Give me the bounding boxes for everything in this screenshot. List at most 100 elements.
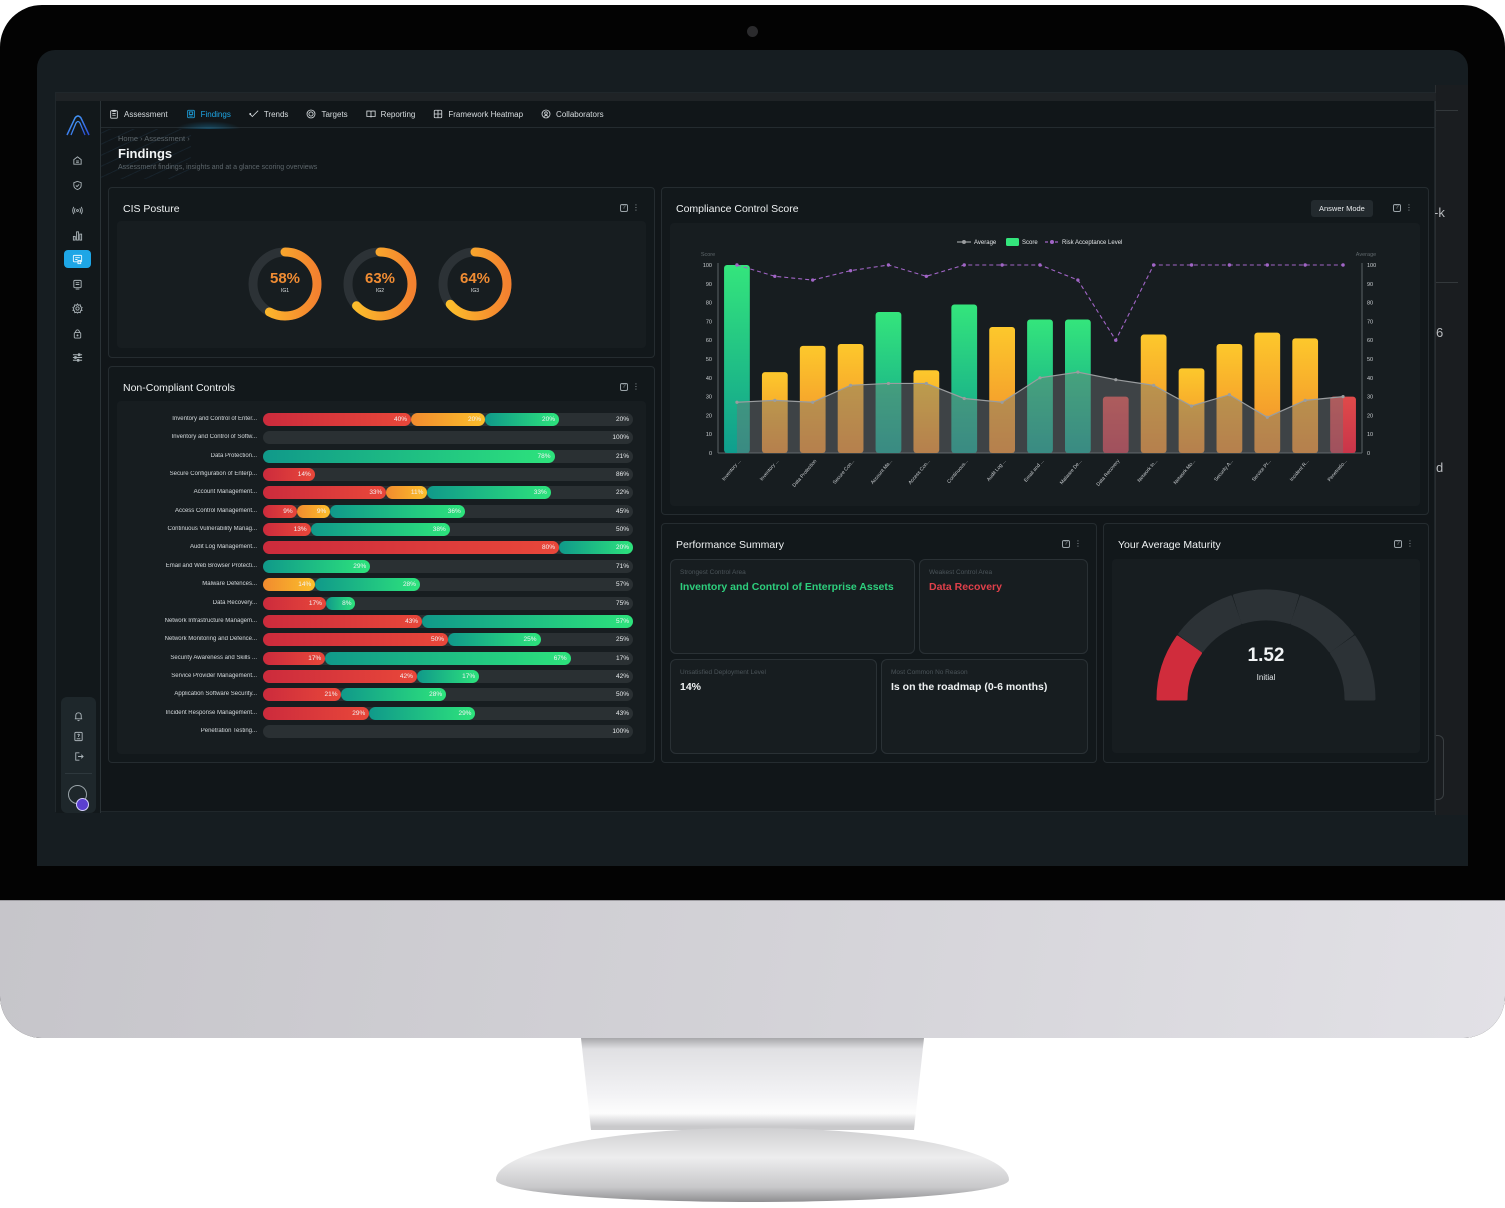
segment-orange[interactable]: 11% <box>386 486 428 500</box>
segment-red[interactable]: 42% <box>263 669 417 683</box>
segment-remaining[interactable]: 21% <box>555 450 633 463</box>
control-row[interactable]: Access Control Management... 9% 9% 36% 45% <box>117 504 637 519</box>
tab-collaborators[interactable]: Collaborators <box>541 101 604 128</box>
segment-green[interactable]: 67% <box>325 651 571 665</box>
segment-green[interactable]: 29% <box>263 559 371 573</box>
more-options-icon[interactable]: ⋮ <box>1406 540 1414 548</box>
control-row[interactable]: Malware Defences... 14% 28% 57% <box>117 578 637 592</box>
help-icon[interactable]: ? <box>1062 540 1070 548</box>
control-row[interactable]: Application Software Security... 21% 28% 50… <box>117 688 637 702</box>
segment-remaining[interactable]: 50% <box>450 523 633 536</box>
segment-green[interactable]: 28% <box>315 578 420 592</box>
sidebar-item-analytics[interactable] <box>64 226 91 244</box>
segment-green[interactable]: 17% <box>416 669 480 683</box>
org-badge-icon[interactable] <box>76 798 89 811</box>
segment-green[interactable]: 25% <box>448 633 541 647</box>
segment-orange[interactable]: 9% <box>296 504 331 518</box>
segment-red[interactable]: 80% <box>263 541 559 555</box>
segment-remaining[interactable]: 50% <box>446 688 633 701</box>
tab-assessment[interactable]: Assessment <box>109 101 168 128</box>
help-icon[interactable]: ? <box>1394 540 1402 548</box>
control-row[interactable]: Data Recovery... 17% 8% 75% <box>117 596 637 611</box>
sidebar-item-reports[interactable] <box>64 275 91 293</box>
sidebar-item-home[interactable] <box>64 151 91 169</box>
more-options-icon[interactable]: ⋮ <box>632 204 640 212</box>
breadcrumb[interactable]: Home › Assessment › <box>118 134 190 143</box>
segment-red[interactable]: 33% <box>263 486 387 500</box>
control-row[interactable]: Incident Response Management... 29% 29% 43% <box>117 706 637 721</box>
control-row[interactable]: Continuous Vulnerability Manag... 13% 38% 5… <box>117 523 637 537</box>
segment-green[interactable]: 20% <box>559 541 633 555</box>
help-icon[interactable]: ? <box>1393 204 1401 212</box>
segment-green[interactable]: 78% <box>263 449 555 463</box>
segment-red[interactable]: 9% <box>263 504 297 518</box>
segment-remaining[interactable]: 20% <box>559 413 633 426</box>
card-title: Your Average Maturity <box>1118 539 1221 551</box>
segment-red[interactable]: 43% <box>263 614 423 628</box>
segment-red[interactable]: 50% <box>263 633 448 647</box>
segment-remaining[interactable]: 86% <box>315 468 633 481</box>
control-row[interactable]: Secure Configuration of Enterp... 14% 86% <box>117 468 637 482</box>
segment-remaining[interactable]: 22% <box>551 486 633 499</box>
more-options-icon[interactable]: ⋮ <box>1405 204 1413 212</box>
segment-remaining[interactable]: 100% <box>263 431 633 444</box>
segment-green[interactable]: 29% <box>369 706 476 720</box>
segment-remaining[interactable]: 100% <box>263 725 633 738</box>
segment-remaining[interactable]: 43% <box>475 707 633 720</box>
segment-red[interactable]: 14% <box>263 468 315 482</box>
control-row[interactable]: Service Provider Management... 42% 17% 42% <box>117 669 637 684</box>
segment-red[interactable]: 13% <box>263 523 311 537</box>
segment-red[interactable]: 21% <box>263 688 342 702</box>
sidebar-item-preferences[interactable] <box>64 348 91 366</box>
segment-remaining[interactable]: 45% <box>465 505 633 518</box>
segment-remaining[interactable]: 25% <box>541 633 634 646</box>
answer-mode-button[interactable]: Answer Mode <box>1311 200 1373 217</box>
logout-button[interactable] <box>65 747 92 765</box>
segment-remaining[interactable]: 17% <box>571 652 633 665</box>
tab-targets[interactable]: Targets <box>306 101 348 128</box>
segment-orange[interactable]: 14% <box>263 578 316 592</box>
segment-red[interactable]: 17% <box>263 651 326 665</box>
control-row[interactable]: Audit Log Management... 80% 20% <box>117 541 637 555</box>
control-row[interactable]: Account Management... 33% 11% 33% 22% <box>117 486 637 500</box>
help-icon[interactable]: ? <box>620 204 628 212</box>
segment-red[interactable]: 29% <box>263 706 370 720</box>
segment-green[interactable]: 33% <box>427 486 551 500</box>
sidebar-item-findings[interactable] <box>64 250 91 268</box>
control-row[interactable]: Inventory and Control of Softw... 100% <box>117 431 637 445</box>
more-options-icon[interactable]: ⋮ <box>632 383 640 391</box>
segment-orange[interactable]: 20% <box>411 413 485 426</box>
gauge-segment <box>1232 589 1300 624</box>
sidebar-item-vault[interactable] <box>64 324 91 342</box>
segment-green[interactable]: 28% <box>341 688 447 702</box>
segment-red[interactable]: 40% <box>263 413 411 426</box>
segment-remaining[interactable]: 42% <box>479 670 633 683</box>
tab-framework-heatmap[interactable]: Framework Heatmap <box>433 101 523 128</box>
segment-green[interactable]: 20% <box>485 413 559 426</box>
help-button[interactable] <box>65 727 92 745</box>
segment-remaining[interactable]: 71% <box>370 560 633 573</box>
tab-trends[interactable]: Trends <box>249 101 288 128</box>
tab-reporting[interactable]: Reporting <box>366 101 415 128</box>
control-row[interactable]: Email and Web Browser Protecti... 29% 71% <box>117 559 637 574</box>
control-row[interactable]: Penetration Testing... 100% <box>117 724 637 739</box>
control-row[interactable]: Security Awareness and Skills ... 17% 67% 1… <box>117 651 637 666</box>
sidebar-item-settings[interactable] <box>64 299 91 317</box>
control-row[interactable]: Network Monitoring and Defence... 50% 25% 2… <box>117 633 637 647</box>
control-row[interactable]: Data Protection... 78% 21% <box>117 449 637 464</box>
segment-green[interactable]: 8% <box>325 596 356 610</box>
segment-red[interactable]: 17% <box>263 596 326 610</box>
control-row[interactable]: Inventory and Control of Enter... 40% 20% 2… <box>117 413 637 427</box>
segment-green[interactable]: 36% <box>330 504 465 518</box>
control-row[interactable]: Network Infrastructure Managem... 43% 57% <box>117 614 637 629</box>
help-icon[interactable]: ? <box>620 383 628 391</box>
more-options-icon[interactable]: ⋮ <box>1074 540 1082 548</box>
sidebar-item-security[interactable] <box>64 176 91 194</box>
segment-remaining[interactable]: 75% <box>356 597 634 610</box>
notifications-button[interactable] <box>65 707 92 725</box>
segment-remaining[interactable]: 57% <box>420 578 633 591</box>
sidebar-item-broadcast[interactable] <box>64 201 91 219</box>
segment-green[interactable]: 57% <box>422 614 633 628</box>
segment-green[interactable]: 38% <box>310 523 450 537</box>
tab-findings[interactable]: Findings <box>175 101 242 129</box>
